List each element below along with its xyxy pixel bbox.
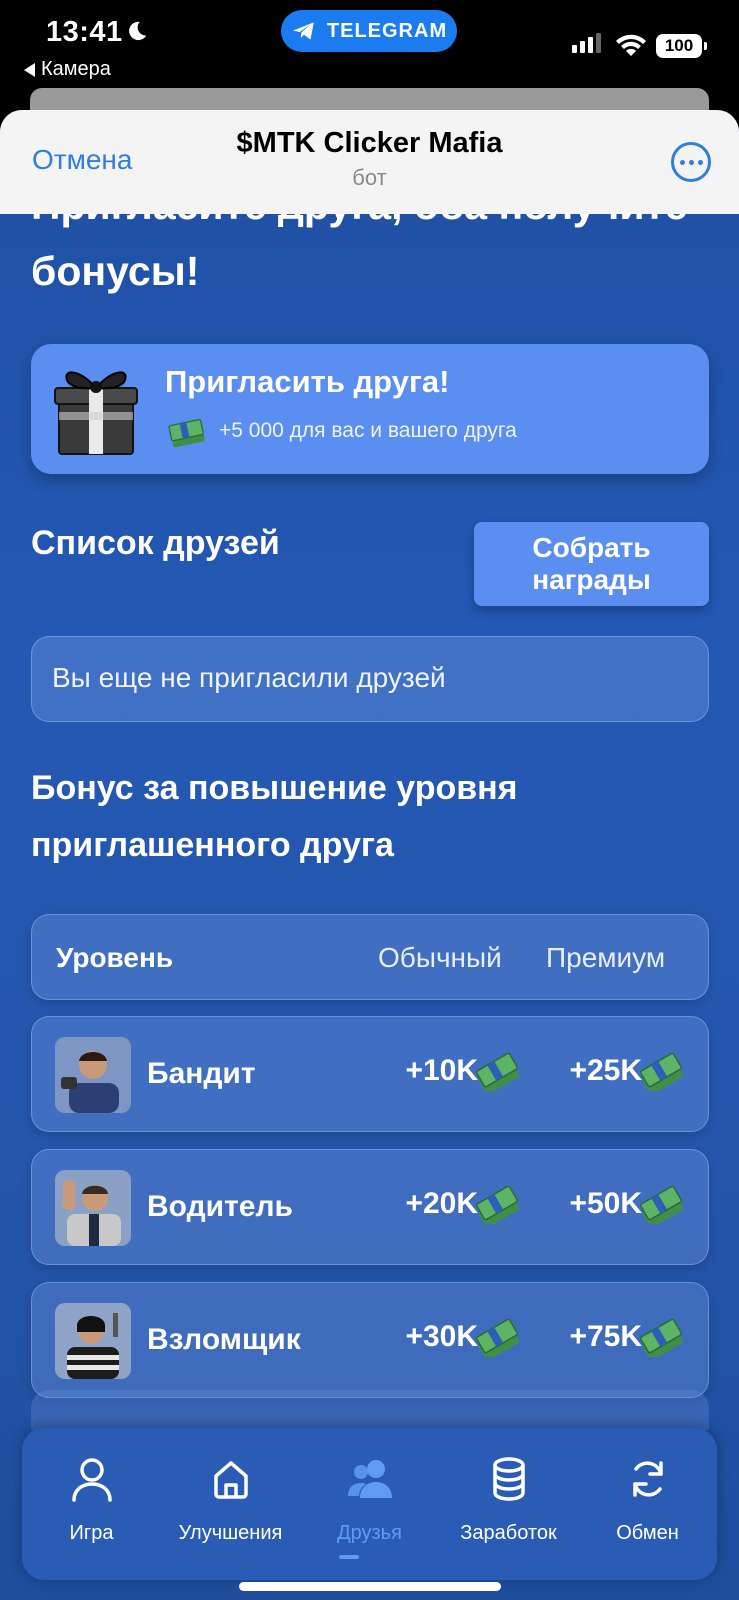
active-tab-indicator <box>339 1555 359 1559</box>
dot-icon <box>688 159 694 165</box>
cash-icon <box>476 1318 520 1357</box>
cash-icon <box>640 1318 684 1357</box>
nav-item-exchange[interactable]: Обмен <box>583 1454 713 1545</box>
back-to-app[interactable]: Камера <box>24 58 111 81</box>
reward-premium-value: +75K <box>569 1320 642 1353</box>
mini-app-sheet: Отмена $MTK Clicker Mafia бот Пригласите… <box>0 110 739 1600</box>
nav-label: Друзья <box>337 1522 402 1544</box>
burglar-avatar <box>55 1303 131 1379</box>
collect-rewards-button[interactable]: Собрать награды <box>474 522 709 606</box>
signal-icon <box>572 33 601 53</box>
nav-item-earnings[interactable]: Заработок <box>444 1454 574 1545</box>
reward-normal-value: +20K <box>405 1187 478 1220</box>
column-level: Уровень <box>56 942 174 973</box>
dot-icon <box>697 159 703 165</box>
more-options-button[interactable] <box>671 142 711 182</box>
telegram-label: TELEGRAM <box>326 19 448 42</box>
moon-icon <box>129 21 147 41</box>
invite-friend-card[interactable]: Пригласить друга! +5 000 для вас и вашег… <box>31 344 709 474</box>
table-row: Водитель +20K +50K <box>31 1149 709 1265</box>
reward-premium: +25K <box>569 1051 686 1091</box>
nav-item-friends[interactable]: Друзья <box>305 1454 435 1545</box>
bonus-table-header: Уровень Обычный Премиум <box>31 914 709 1000</box>
nav-item-upgrades[interactable]: Улучшения <box>166 1454 296 1545</box>
level-name: Бандит <box>147 1057 256 1090</box>
cash-icon <box>168 418 205 448</box>
cash-icon <box>476 1185 520 1224</box>
bottom-navigation: Игра Улучшения Друзья Заработок Обмен <box>22 1428 717 1580</box>
table-row: Взломщик +30K +75K <box>31 1282 709 1398</box>
cash-icon <box>476 1052 520 1091</box>
table-row-partial <box>31 1390 709 1430</box>
nav-label: Заработок <box>460 1522 557 1544</box>
telegram-header: Отмена $MTK Clicker Mafia бот <box>0 110 739 214</box>
status-bar: 13:41 TELEGRAM Камера 100 <box>0 0 739 128</box>
table-row: Бандит +10K +25K <box>31 1016 709 1132</box>
level-name: Водитель <box>147 1190 293 1223</box>
reward-normal: +30K <box>405 1317 522 1357</box>
column-premium: Премиум <box>546 942 666 973</box>
cash-icon <box>640 1052 684 1091</box>
invite-subtitle-row: +5 000 для вас и вашего друга <box>165 414 517 448</box>
bot-subtitle: бот <box>352 165 387 190</box>
back-triangle-icon <box>24 62 35 77</box>
wifi-icon <box>616 34 646 56</box>
back-app-label: Камера <box>41 58 111 80</box>
telegram-icon <box>293 22 314 40</box>
reward-normal-value: +10K <box>405 1054 478 1087</box>
column-normal: Обычный <box>378 942 502 973</box>
battery-indicator: 100 <box>656 34 707 58</box>
home-indicator[interactable] <box>239 1582 501 1591</box>
nav-item-game[interactable]: Игра <box>27 1454 157 1545</box>
nav-label: Обмен <box>616 1522 679 1544</box>
invite-subtitle: +5 000 для вас и вашего друга <box>219 419 517 442</box>
reward-premium: +50K <box>569 1184 686 1224</box>
reward-premium: +75K <box>569 1317 686 1357</box>
home-icon <box>213 1461 248 1499</box>
bandit-avatar <box>55 1037 131 1113</box>
status-time: 13:41 <box>46 16 123 48</box>
friends-empty-state: Вы еще не пригласили друзей <box>31 636 709 722</box>
reward-normal-value: +30K <box>405 1320 478 1353</box>
bonus-section-title: Бонус за повышение уровня приглашенного … <box>31 769 518 864</box>
nav-label: Улучшения <box>178 1522 283 1544</box>
gift-icon <box>54 371 138 455</box>
dot-icon <box>679 159 685 165</box>
user-icon <box>71 1458 112 1502</box>
exchange-icon <box>632 1461 663 1497</box>
friends-list-title: Список друзей <box>31 524 280 562</box>
database-icon <box>492 1457 525 1501</box>
nav-label: Игра <box>69 1522 114 1544</box>
bot-title: $MTK Clicker Mafia <box>236 127 503 159</box>
reward-premium-value: +50K <box>569 1187 642 1220</box>
reward-normal: +20K <box>405 1184 522 1224</box>
level-name: Взломщик <box>147 1323 301 1356</box>
driver-avatar <box>55 1170 131 1246</box>
telegram-pill[interactable]: TELEGRAM <box>281 10 457 52</box>
reward-normal: +10K <box>405 1051 522 1091</box>
invite-title: Пригласить друга! <box>165 364 450 399</box>
friends-icon <box>347 1460 392 1498</box>
cash-icon <box>640 1185 684 1224</box>
reward-premium-value: +25K <box>569 1054 642 1087</box>
